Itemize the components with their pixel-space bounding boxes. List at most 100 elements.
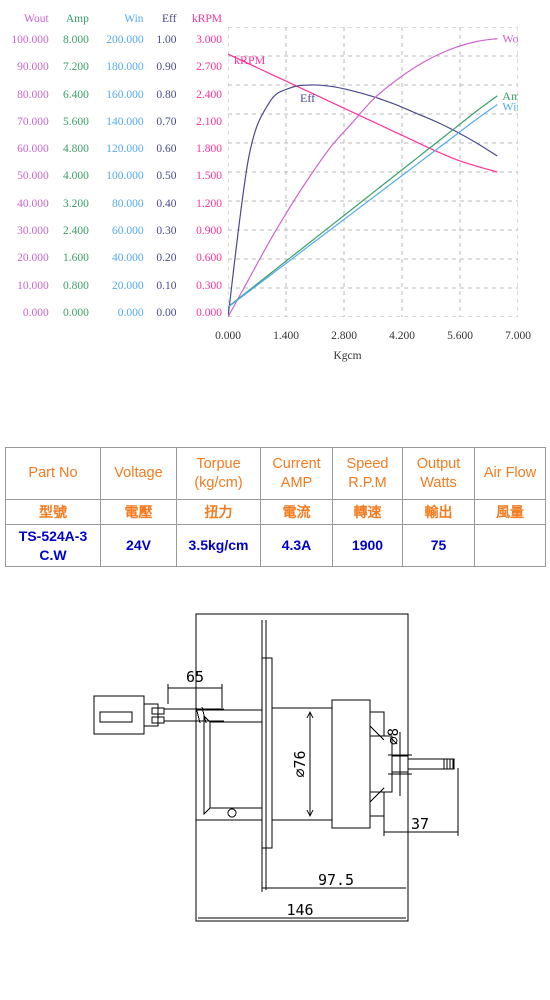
spec-header-en-6: Air Flow [474, 447, 546, 500]
dim-65-text: 65 [186, 668, 204, 686]
spec-value-4: 1900 [332, 524, 403, 567]
performance-chart-section: Wout Amp Win Eff kRPM 100.000 8.000 200.00… [0, 0, 550, 380]
spec-value-3: 4.3A [260, 524, 333, 567]
axis-tick-wout: 10.000 [17, 279, 49, 292]
connector-slot [99, 711, 133, 723]
spec-header-cn-0: 型號 [5, 499, 101, 525]
axis-tick-eff: 0.00 [156, 306, 177, 319]
spec-header-row-english: Part No Voltage Torpue (kg/cm) Current AMP Spe… [5, 447, 546, 500]
dim-97-5-text: 97.5 [318, 871, 354, 889]
axis-tick-win: 80.000 [111, 197, 144, 210]
spec-header-cn-2: 扭力 [176, 499, 261, 525]
axis-tick-eff: 1.00 [156, 34, 177, 46]
axis-tick-amp: 2.400 [63, 225, 89, 238]
x-axis-title: Kgcm [333, 350, 362, 362]
axis-tick-win: 140.000 [106, 115, 144, 128]
spec-header-cn-5: 輸出 [402, 499, 475, 525]
axis-tick-wout: 80.000 [17, 88, 49, 101]
gearbox-chamfer [203, 714, 211, 816]
axis-tick-row: 30.000 2.400 60.000 0.30 0.900 [0, 218, 228, 245]
mechanical-drawing-svg: 65 ⌀76 ⌀8 37 97.5 146 [93, 613, 459, 922]
axis-tick-rows: 100.000 8.000 200.000 1.00 3.000 90.000 7.200 1… [0, 27, 228, 327]
spec-header-cn-3: 電流 [260, 499, 333, 525]
axis-tick-krpm: 0.600 [196, 252, 222, 265]
axis-header-eff: Eff [162, 13, 177, 25]
axis-header-wout: Wout [24, 13, 49, 25]
spec-header-en-3: Current AMP [260, 447, 333, 500]
axis-tick-wout: 90.000 [17, 61, 49, 74]
axis-tick-eff: 0.10 [156, 279, 177, 292]
axis-tick-row: 10.000 0.800 20.000 0.10 0.300 [0, 273, 228, 300]
spec-header-line2: AMP [280, 474, 313, 491]
curve-label-wout: Wout [502, 32, 518, 46]
curve-krpm [228, 53, 498, 173]
axis-tick-amp: 0.800 [63, 279, 89, 292]
axis-tick-win: 60.000 [111, 225, 144, 238]
x-tick-label: 5.600 [447, 330, 473, 342]
axis-tick-win: 180.000 [106, 61, 144, 74]
multi-axis-value-table: Wout Amp Win Eff kRPM 100.000 8.000 200.00… [0, 12, 228, 327]
chart-curve-labels: kRPMEffWoutAmpWin [234, 32, 518, 114]
axis-tick-eff: 0.70 [156, 115, 177, 128]
gearbox-boss [227, 808, 237, 818]
spec-header-line1: Part No [28, 465, 78, 482]
axis-tick-amp: 4.000 [63, 170, 89, 183]
x-axis-tick-labels: 0.000 1.400 2.800 4.200 5.600 7.000 [196, 330, 550, 346]
axis-tick-wout: 0.000 [22, 306, 49, 319]
axis-tick-win: 200.000 [106, 34, 144, 46]
spec-header-line1: Torpue [196, 456, 241, 473]
connector-housing [93, 695, 145, 735]
axis-tick-krpm: 0.000 [196, 306, 222, 319]
axis-tick-row: 50.000 4.000 100.000 0.50 1.500 [0, 163, 228, 190]
axis-tick-win: 20.000 [111, 279, 144, 292]
axis-tick-win: 0.000 [117, 306, 144, 319]
spec-header-line1: Speed [346, 456, 389, 473]
spec-value-2: 3.5kg/cm [176, 524, 261, 567]
spec-header-en-0: Part No [5, 447, 101, 500]
spec-value-line1: 3.5kg/cm [188, 537, 249, 554]
spec-header-line1: Voltage [114, 465, 163, 482]
dim-146-text: 146 [286, 901, 313, 919]
axis-tick-krpm: 2.700 [196, 61, 222, 74]
axis-tick-wout: 40.000 [17, 197, 49, 210]
axis-tick-amp: 6.400 [63, 88, 89, 101]
axis-tick-eff: 0.50 [156, 170, 177, 183]
axis-tick-krpm: 1.800 [196, 143, 222, 156]
spec-header-line1: Output [416, 456, 461, 473]
spec-value-line1: TS-524A-3 [18, 528, 88, 545]
axis-tick-row: 20.000 1.600 40.000 0.20 0.600 [0, 245, 228, 272]
chart-gridlines [228, 27, 518, 317]
spec-header-cn-6: 風量 [474, 499, 546, 525]
axis-tick-win: 160.000 [106, 88, 144, 101]
axis-tick-eff: 0.60 [156, 143, 177, 156]
axis-tick-eff: 0.80 [156, 88, 177, 101]
axis-tick-krpm: 1.200 [196, 197, 222, 210]
chart-svg: kRPMEffWoutAmpWin [228, 27, 518, 317]
gearbox-housing [195, 709, 263, 821]
chart-curves [228, 38, 498, 317]
axis-tick-wout: 60.000 [17, 143, 49, 156]
dim-diameter-76-text: ⌀76 [291, 750, 309, 777]
spec-value-6 [474, 524, 546, 567]
axis-tick-eff: 0.30 [156, 225, 177, 238]
axis-tick-wout: 50.000 [17, 170, 49, 183]
axis-tick-wout: 30.000 [17, 225, 49, 238]
curve-label-krpm: kRPM [234, 53, 266, 67]
axis-tick-row: 0.000 0.000 0.000 0.00 0.000 [0, 300, 228, 327]
axis-tick-amp: 4.800 [63, 143, 89, 156]
axis-tick-krpm: 2.100 [196, 115, 222, 128]
spec-value-row: TS-524A-3 C.W 24V 3.5kg/cm 4.3A 1900 75 [5, 524, 546, 567]
x-tick-label: 0.000 [215, 330, 241, 342]
flange-plate-body [261, 657, 273, 849]
spec-header-line1: Air Flow [483, 465, 537, 482]
spec-value-line1: 24V [126, 537, 151, 554]
spec-value-line2: C.W [39, 546, 67, 563]
spec-header-line1: Current [272, 456, 321, 473]
motor-body-rear [331, 699, 371, 829]
dim-diameter-8-text: ⌀8 [386, 728, 402, 745]
spec-value-0: TS-524A-3 C.W [5, 524, 101, 567]
spec-value-5: 75 [402, 524, 475, 567]
axis-tick-win: 40.000 [111, 252, 144, 265]
axis-tick-amp: 5.600 [63, 115, 89, 128]
chart-plot-area: kRPMEffWoutAmpWin [228, 27, 518, 317]
